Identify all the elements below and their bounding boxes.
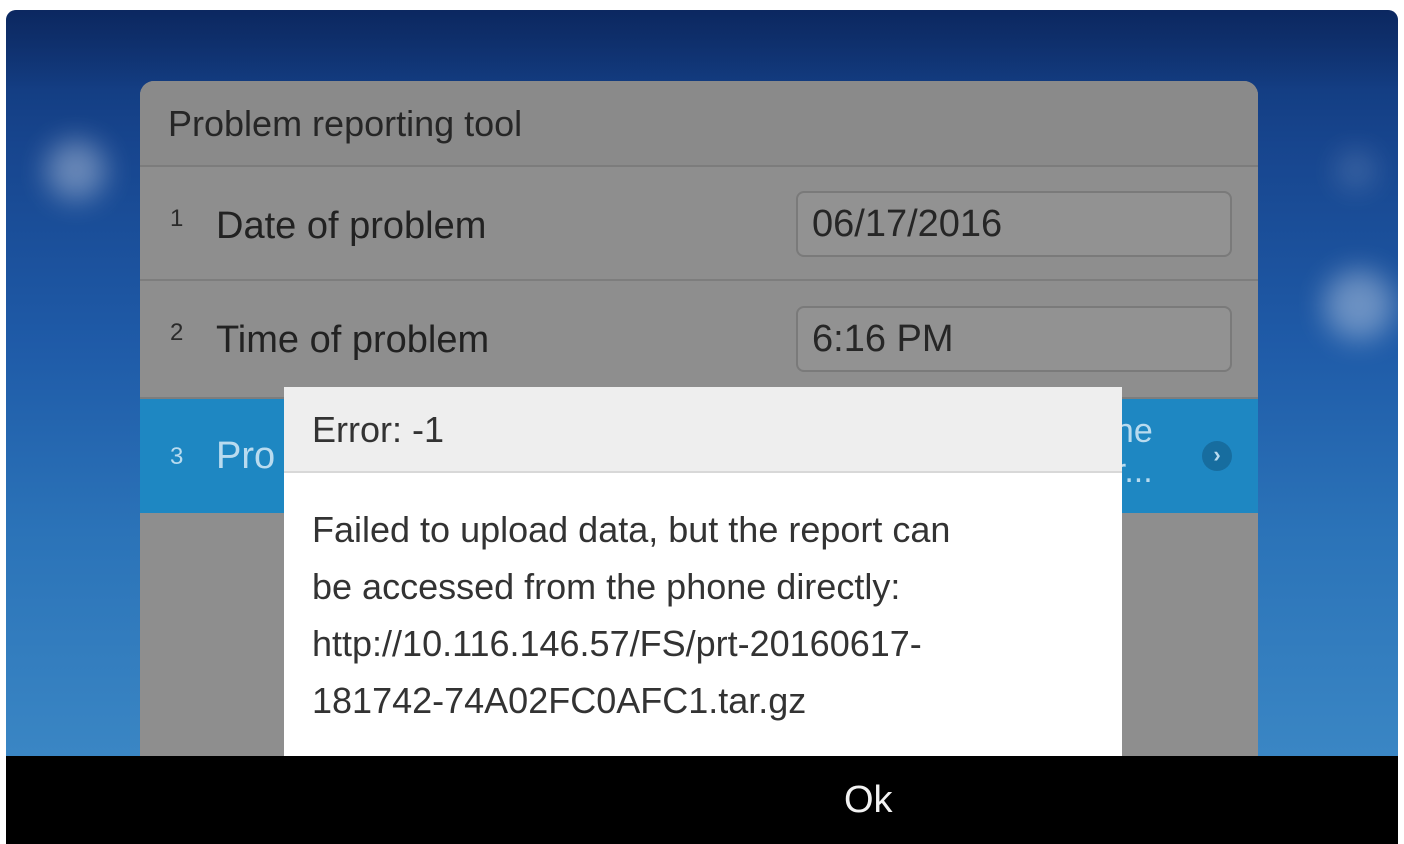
message-line: be accessed from the phone directly: xyxy=(312,566,901,607)
background-blur-right xyxy=(1324,270,1394,340)
softkey-bar: Ok xyxy=(6,756,1398,844)
background-blur-right-top xyxy=(1336,150,1376,190)
panel-title: Problem reporting tool xyxy=(140,81,1258,167)
ok-softkey-label: Ok xyxy=(844,779,893,821)
message-line: 181742-74A02FC0AFC1.tar.gz xyxy=(312,680,807,721)
row-number: 3 xyxy=(170,443,184,470)
row-label: Date of problem xyxy=(216,205,487,247)
message-line: Failed to upload data, but the report ca… xyxy=(312,509,951,550)
row-time-of-problem[interactable]: 2 Time of problem 6:16 PM xyxy=(140,281,1258,399)
error-dialog: Error: -1 Failed to upload data, but the… xyxy=(284,387,1122,756)
row-label: Time of problem xyxy=(216,319,490,361)
background-top-shade xyxy=(6,10,1398,90)
dialog-message: Failed to upload data, but the report ca… xyxy=(312,501,1102,729)
time-field[interactable]: 6:16 PM xyxy=(796,306,1232,372)
date-field[interactable]: 06/17/2016 xyxy=(796,191,1232,257)
chevron-right-icon[interactable]: › xyxy=(1202,441,1232,471)
dialog-title: Error: -1 xyxy=(284,387,1122,473)
ok-softkey[interactable]: Ok xyxy=(6,756,1398,844)
row-label: Pro xyxy=(216,435,276,477)
background-blur-left xyxy=(46,140,106,200)
row-date-of-problem[interactable]: 1 Date of problem 06/17/2016 xyxy=(140,167,1258,281)
row-number: 1 xyxy=(170,205,184,232)
message-line: http://10.116.146.57/FS/prt-20160617- xyxy=(312,623,922,664)
row-number: 2 xyxy=(170,319,184,346)
